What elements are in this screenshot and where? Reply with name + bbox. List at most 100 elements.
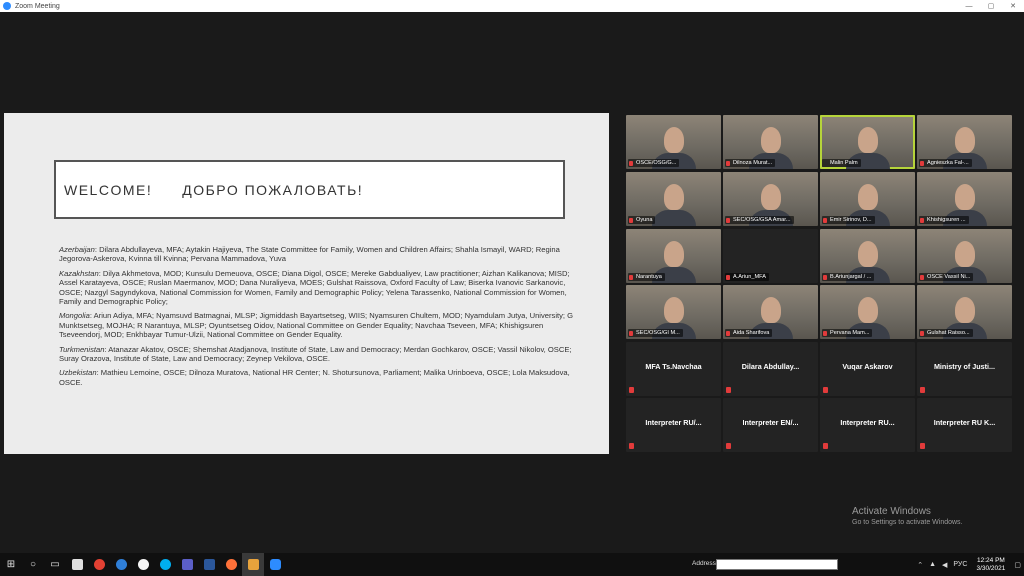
muted-mic-icon: [823, 387, 828, 393]
edge-icon[interactable]: [110, 553, 132, 576]
participant-tile[interactable]: Dilara Abdullay...: [723, 342, 818, 396]
clock[interactable]: 12:24 PM 3/30/2021: [970, 557, 1011, 573]
activate-windows-watermark: Activate Windows Go to Settings to activ…: [852, 506, 963, 526]
participant-name: Ministry of Justi...: [933, 362, 996, 371]
activate-subtitle: Go to Settings to activate Windows.: [852, 519, 963, 526]
store-icon[interactable]: [66, 553, 88, 576]
participant-name: SEC/OSG/GI M...: [628, 329, 683, 337]
welcome-english: WELCOME!: [64, 181, 153, 198]
volume-icon[interactable]: ◀: [939, 561, 950, 569]
participant-face: [954, 241, 975, 267]
muted-mic-icon: [823, 218, 827, 223]
participant-name: Khishigsuren ...: [919, 216, 969, 224]
participant-tile[interactable]: Khishigsuren ...: [917, 172, 1012, 226]
participant-name: Pervana Mam...: [822, 329, 873, 337]
task-view-icon[interactable]: ▭: [44, 553, 66, 576]
muted-mic-icon: [823, 443, 828, 449]
participant-face: [663, 127, 684, 153]
participant-tile[interactable]: Narantuya: [626, 229, 721, 283]
firefox-icon[interactable]: [220, 553, 242, 576]
muted-mic-icon: [629, 331, 633, 336]
activate-title: Activate Windows: [852, 506, 931, 517]
participant-face: [857, 297, 878, 323]
participant-tile[interactable]: Interpreter EN/...: [723, 398, 818, 452]
participant-tile[interactable]: Oyuna: [626, 172, 721, 226]
skype-icon[interactable]: [154, 553, 176, 576]
participant-tile[interactable]: Gulshat Raisso...: [917, 285, 1012, 339]
participant-tile[interactable]: OSCE/OSG/G...: [626, 115, 721, 169]
participant-tile[interactable]: Interpreter RU K...: [917, 398, 1012, 452]
muted-mic-icon: [629, 218, 633, 223]
muted-mic-icon: [629, 161, 633, 166]
close-button[interactable]: ✕: [1002, 0, 1024, 12]
section-mongolia: Mongolia: Ariun Adiya, MFA; Nyamsuvd Bat…: [59, 311, 579, 339]
chrome-icon[interactable]: [88, 553, 110, 576]
participant-tile[interactable]: Pervana Mam...: [820, 285, 915, 339]
participant-tile[interactable]: Interpreter RU/...: [626, 398, 721, 452]
system-tray: ⌃ ▲ ◀ РУС 12:24 PM 3/30/2021 ▢: [914, 553, 1024, 576]
participant-tile[interactable]: Interpreter RU...: [820, 398, 915, 452]
address-label: Address: [692, 560, 716, 567]
shared-slide: WELCOME! ДОБРО ПОЖАЛОВАТЬ! Azerbaijan: D…: [4, 113, 609, 454]
participant-name: Malin Palm: [822, 159, 861, 167]
address-input[interactable]: [716, 559, 838, 570]
participant-tile[interactable]: Emir Sirinov, D...: [820, 172, 915, 226]
muted-mic-icon: [726, 161, 730, 166]
zoom-active-icon[interactable]: [242, 553, 264, 576]
participant-tile[interactable]: Aida Sharifova: [723, 285, 818, 339]
window-title: Zoom Meeting: [15, 2, 60, 10]
participant-tile[interactable]: Ministry of Justi...: [917, 342, 1012, 396]
windows-icon[interactable]: ⊞: [0, 553, 22, 576]
yandex-icon[interactable]: [132, 553, 154, 576]
section-uzbekistan: Uzbekistan: Mathieu Lemoine, OSCE; Dilno…: [59, 368, 579, 387]
participant-tile[interactable]: MFA Ts.Navchaa: [626, 342, 721, 396]
participant-name: B.Ariunjargal / ...: [822, 273, 875, 281]
notifications-icon[interactable]: ▢: [1011, 561, 1024, 569]
maximize-button[interactable]: ▢: [980, 0, 1002, 12]
participant-face: [857, 184, 878, 210]
participant-face: [954, 297, 975, 323]
participant-tile[interactable]: Vuqar Askarov: [820, 342, 915, 396]
welcome-russian: ДОБРО ПОЖАЛОВАТЬ!: [182, 181, 364, 198]
word-icon[interactable]: [198, 553, 220, 576]
network-icon[interactable]: ▲: [926, 561, 939, 568]
participant-face: [663, 297, 684, 323]
country-label: Kazakhstan: [59, 268, 99, 278]
section-azerbaijan: Azerbaijan: Dilara Abdullayeva, MFA; Ayt…: [59, 245, 579, 264]
section-text: : Dilara Abdullayeva, MFA; Aytakin Hajiy…: [59, 245, 560, 264]
muted-mic-icon: [920, 331, 924, 336]
muted-mic-icon: [726, 331, 730, 336]
minimize-button[interactable]: —: [958, 0, 980, 12]
section-kazakhstan: Kazakhstan: Dilya Akhmetova, MOD; Kunsul…: [59, 269, 579, 307]
muted-mic-icon: [920, 387, 925, 393]
zoom-app-icon: [3, 2, 11, 10]
teams-icon[interactable]: [176, 553, 198, 576]
section-text: : Atanazar Akatov, OSCE; Shemshat Atadja…: [59, 344, 572, 364]
participant-face: [954, 184, 975, 210]
participant-face: [760, 184, 781, 210]
participant-tile[interactable]: A.Ariun_MFA: [723, 229, 818, 283]
title-bar: Zoom Meeting — ▢ ✕: [0, 0, 1024, 12]
participant-tile[interactable]: B.Ariunjargal / ...: [820, 229, 915, 283]
muted-mic-icon: [920, 161, 924, 166]
participant-body: [651, 210, 696, 226]
participant-tile[interactable]: Agnieszka Fal-...: [917, 115, 1012, 169]
tray-chevron-icon[interactable]: ⌃: [914, 561, 926, 569]
clock-date: 3/30/2021: [976, 564, 1006, 572]
section-text: : Mathieu Lemoine, OSCE; Dilnoza Muratov…: [59, 368, 570, 387]
participant-tile[interactable]: Malin Palm: [820, 115, 915, 169]
search-icon[interactable]: ○: [22, 553, 44, 576]
participant-name: Dilnoza Murat...: [725, 159, 776, 167]
participant-tile[interactable]: Dilnoza Murat...: [723, 115, 818, 169]
zoom-icon[interactable]: [264, 553, 286, 576]
country-label: Mongolia: [59, 311, 90, 321]
participant-tile[interactable]: OSCE Vassil Ni...: [917, 229, 1012, 283]
country-label: Uzbekistan: [59, 368, 97, 378]
participant-name: Gulshat Raisso...: [919, 329, 973, 337]
language-indicator[interactable]: РУС: [950, 561, 970, 568]
participant-face: [663, 241, 684, 267]
muted-mic-icon: [823, 331, 827, 336]
participant-tile[interactable]: SEC/OSG/GSA Amar...: [723, 172, 818, 226]
participant-tile[interactable]: SEC/OSG/GI M...: [626, 285, 721, 339]
participant-name: Vuqar Askarov: [842, 362, 893, 371]
